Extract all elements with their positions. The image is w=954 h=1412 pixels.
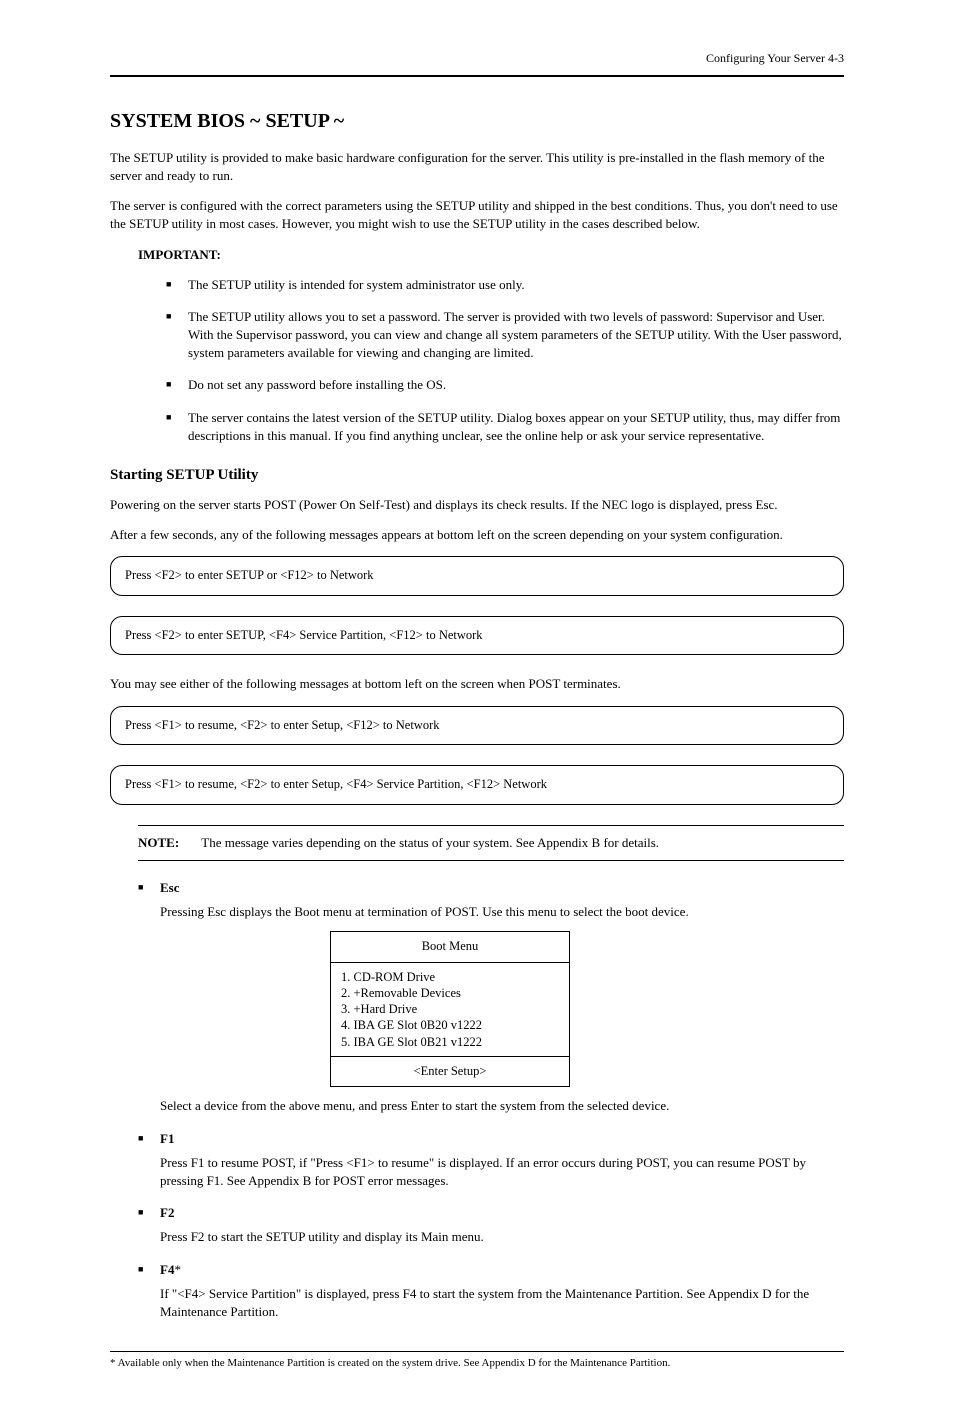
note-label: NOTE:	[138, 834, 198, 852]
key-head: F2	[160, 1205, 174, 1220]
starting-title: Starting SETUP Utility	[110, 465, 844, 486]
footnote: * Available only when the Maintenance Pa…	[110, 1356, 844, 1371]
important-item: Do not set any password before installin…	[166, 376, 844, 394]
note-text: The message varies depending on the stat…	[201, 834, 837, 852]
key-text: Pressing Esc displays the Boot menu at t…	[160, 903, 844, 921]
message-box: Press <F2> to enter SETUP, <F4> Service …	[110, 616, 844, 656]
note-block: NOTE: The message varies depending on th…	[138, 825, 844, 861]
key-text: Select a device from the above menu, and…	[160, 1097, 844, 1115]
important-label: IMPORTANT:	[138, 247, 221, 262]
key-esc: Esc Pressing Esc displays the Boot menu …	[138, 879, 844, 1116]
key-text: Press F1 to resume POST, if "Press <F1> …	[160, 1154, 844, 1190]
boot-menu-item: 4. IBA GE Slot 0B20 v1222	[341, 1017, 559, 1033]
header-rule	[110, 75, 844, 77]
boot-menu-body: 1. CD-ROM Drive 2. +Removable Devices 3.…	[331, 963, 569, 1057]
key-head: F1	[160, 1131, 174, 1146]
starting-p2: After a few seconds, any of the followin…	[110, 526, 844, 544]
important-list: The SETUP utility is intended for system…	[166, 276, 844, 445]
message-box: Press <F1> to resume, <F2> to enter Setu…	[110, 765, 844, 805]
boot-menu-item: 3. +Hard Drive	[341, 1001, 559, 1017]
message-box: Press <F2> to enter SETUP or <F12> to Ne…	[110, 556, 844, 596]
intro-paragraph-2: The server is configured with the correc…	[110, 197, 844, 233]
boot-menu: Boot Menu 1. CD-ROM Drive 2. +Removable …	[330, 931, 570, 1087]
key-head: Esc	[160, 880, 180, 895]
section-title: SYSTEM BIOS ~ SETUP ~	[110, 107, 844, 135]
important-item: The SETUP utility is intended for system…	[166, 276, 844, 294]
key-f1: F1 Press F1 to resume POST, if "Press <F…	[138, 1130, 844, 1191]
key-text: Press F2 to start the SETUP utility and …	[160, 1228, 844, 1246]
boot-menu-footer: <Enter Setup>	[331, 1057, 569, 1087]
page-header-text: Configuring Your Server 4-3	[706, 51, 844, 65]
starting-p1: Powering on the server starts POST (Powe…	[110, 496, 844, 514]
keys-list: Esc Pressing Esc displays the Boot menu …	[138, 879, 844, 1321]
footnote-rule	[110, 1351, 844, 1352]
important-block: IMPORTANT:	[138, 246, 844, 264]
key-f4: F4* If "<F4> Service Partition" is displ…	[138, 1261, 844, 1322]
boot-menu-title: Boot Menu	[331, 932, 569, 963]
key-text: If "<F4> Service Partition" is displayed…	[160, 1285, 844, 1321]
starting-p3: You may see either of the following mess…	[110, 675, 844, 693]
boot-menu-item: 5. IBA GE Slot 0B21 v1222	[341, 1034, 559, 1050]
important-item: The server contains the latest version o…	[166, 409, 844, 445]
page-header: Configuring Your Server 4-3	[110, 50, 844, 67]
key-f2: F2 Press F2 to start the SETUP utility a…	[138, 1204, 844, 1246]
intro-paragraph-1: The SETUP utility is provided to make ba…	[110, 149, 844, 185]
boot-menu-item: 2. +Removable Devices	[341, 985, 559, 1001]
important-item: The SETUP utility allows you to set a pa…	[166, 308, 844, 363]
message-box: Press <F1> to resume, <F2> to enter Setu…	[110, 706, 844, 746]
key-head: F4	[160, 1262, 174, 1277]
boot-menu-item: 1. CD-ROM Drive	[341, 969, 559, 985]
